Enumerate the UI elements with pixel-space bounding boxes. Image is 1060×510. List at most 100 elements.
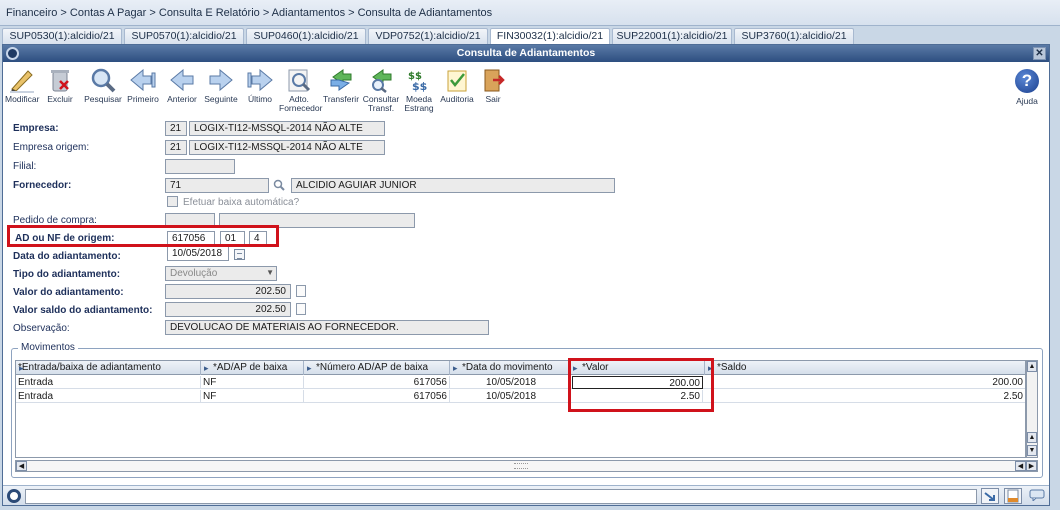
filial-field[interactable] <box>165 159 235 174</box>
empresa-code-field[interactable]: 21 <box>165 121 187 136</box>
baixa-automatica-label: Efetuar baixa automática? <box>183 197 300 208</box>
report-icon[interactable] <box>1004 488 1022 504</box>
anterior-button[interactable]: Anterior <box>165 67 199 104</box>
consult-transfer-icon <box>372 69 392 93</box>
help-icon: ? <box>1015 69 1039 93</box>
table-row[interactable]: Entrada NF 617056 10/05/2018 200.00 200.… <box>16 376 1025 389</box>
seguinte-label: Seguinte <box>204 94 238 104</box>
scroll-up-icon[interactable]: ▲ <box>1027 432 1037 443</box>
cell-ad-ap: NF <box>201 376 304 389</box>
seguinte-button[interactable]: Seguinte <box>203 67 239 104</box>
advance-search-icon <box>288 69 311 92</box>
toolbar: Modificar Excluir Pesquisar Primeiro Ant… <box>3 63 1049 113</box>
adto-fornecedor-button[interactable]: Adto. Fornecedor <box>279 67 322 113</box>
cell-numero: 617056 <box>304 376 450 389</box>
tipo-adiantamento-label: Tipo do adiantamento: <box>13 269 121 280</box>
scroll-grip <box>514 463 528 469</box>
fornecedor-search-icon[interactable] <box>273 179 286 192</box>
cell-ad-ap: NF <box>201 390 304 403</box>
grid-horizontal-scrollbar[interactable]: ◀ ◀ ▶ <box>15 460 1038 472</box>
tab-sup3760[interactable]: SUP3760(1):alcidio/21 <box>734 28 854 44</box>
window-title: Consulta de Adiantamentos <box>456 47 596 59</box>
data-adiantamento-label: Data do adiantamento: <box>13 251 121 262</box>
tab-sup0570[interactable]: SUP0570(1):alcidio/21 <box>124 28 244 44</box>
window-titlebar: Consulta de Adiantamentos ✕ <box>3 45 1049 62</box>
cell-data: 10/05/2018 <box>450 376 570 389</box>
calendar-icon[interactable] <box>234 249 245 260</box>
app-logo-icon <box>6 47 19 60</box>
movimentos-grid: *Entrada/baixa de adiantamento *AD/AP de… <box>15 360 1026 458</box>
empresa-name-field: LOGIX-TI12-MSSQL-2014 NÃO ALTE <box>189 121 385 136</box>
transferir-button[interactable]: Transferir <box>321 67 361 104</box>
highlight-ad-origem <box>7 225 279 247</box>
empresa-label: Empresa: <box>13 123 59 134</box>
tab-fin30032[interactable]: FIN30032(1):alcidio/21 <box>490 28 610 44</box>
status-ring-icon <box>7 489 21 503</box>
primeiro-button[interactable]: Primeiro <box>125 67 161 104</box>
valor-adiantamento-field: 202.50 <box>165 284 291 299</box>
status-bar <box>3 485 1049 505</box>
tab-sup0460[interactable]: SUP0460(1):alcidio/21 <box>246 28 366 44</box>
sair-button[interactable]: Sair <box>479 67 507 104</box>
program-tabs: SUP0530(1):alcidio/21 SUP0570(1):alcidio… <box>2 28 1058 44</box>
grid-vertical-scrollbar[interactable]: ▲ ▲ ▼ <box>1026 360 1038 458</box>
primeiro-label: Primeiro <box>127 94 159 104</box>
previous-record-icon <box>170 68 194 92</box>
cell-data: 10/05/2018 <box>450 390 570 403</box>
observacao-field[interactable]: DEVOLUCAO DE MATERIAIS AO FORNECEDOR. <box>165 320 489 335</box>
tab-sup22001[interactable]: SUP22001(1):alcidio/21 <box>612 28 732 44</box>
excluir-button[interactable]: Excluir <box>43 67 77 104</box>
consultar-label-line2: Transf. <box>367 103 395 113</box>
baixa-automatica-checkbox[interactable] <box>167 196 178 207</box>
chevron-down-icon: ▼ <box>266 268 274 277</box>
valor-saldo-label: Valor saldo do adiantamento: <box>13 305 153 316</box>
note-icon[interactable] <box>296 303 306 315</box>
modificar-button[interactable]: Modificar <box>5 67 39 104</box>
col-entrada-baixa[interactable]: *Entrada/baixa de adiantamento <box>16 361 201 375</box>
valor-saldo-field: 202.50 <box>165 302 291 317</box>
col-data-movimento[interactable]: *Data do movimento <box>450 361 570 375</box>
ultimo-button[interactable]: Último <box>243 67 277 104</box>
breadcrumb-text: Financeiro > Contas A Pagar > Consulta E… <box>6 7 493 19</box>
pesquisar-label: Pesquisar <box>84 94 122 104</box>
pesquisar-button[interactable]: Pesquisar <box>83 67 123 104</box>
highlight-valor-column <box>568 358 714 412</box>
col-numero-ad-ap[interactable]: *Número AD/AP de baixa <box>304 361 450 375</box>
valor-adiantamento-label: Valor do adiantamento: <box>13 287 124 298</box>
table-row[interactable]: Entrada NF 617056 10/05/2018 2.50 2.50 <box>16 390 1025 403</box>
data-adiantamento-field[interactable]: 10/05/2018 <box>167 246 229 261</box>
status-message-field <box>25 489 977 504</box>
note-icon[interactable] <box>296 285 306 297</box>
col-saldo[interactable]: *Saldo <box>705 361 1025 375</box>
svg-text:$$: $$ <box>412 80 427 93</box>
empresa-origem-code-field[interactable]: 21 <box>165 140 187 155</box>
moeda-label-line2: Estrang <box>404 103 434 113</box>
anterior-label: Anterior <box>167 94 197 104</box>
tipo-adiantamento-select[interactable]: Devolução ▼ <box>165 266 277 281</box>
tab-vdp0752[interactable]: VDP0752(1):alcidio/21 <box>368 28 488 44</box>
auditoria-button[interactable]: Auditoria <box>437 67 477 104</box>
tab-sup0530[interactable]: SUP0530(1):alcidio/21 <box>2 28 122 44</box>
scroll-down-icon[interactable]: ▼ <box>1027 445 1037 456</box>
trash-icon <box>51 70 69 92</box>
scroll-up-icon[interactable]: ▲ <box>1027 361 1037 372</box>
movimentos-title: Movimentos <box>18 342 78 353</box>
close-window-button[interactable]: ✕ <box>1033 47 1046 60</box>
cell-entrada: Entrada <box>16 376 201 389</box>
scroll-right-icon[interactable]: ▶ <box>1026 461 1037 471</box>
col-ad-ap-baixa[interactable]: *AD/AP de baixa <box>201 361 304 375</box>
scroll-left-icon[interactable]: ◀ <box>1015 461 1026 471</box>
chat-icon[interactable] <box>1029 489 1045 503</box>
auditoria-label: Auditoria <box>440 94 474 104</box>
moeda-estrang-button[interactable]: $$ $$ Moeda Estrang <box>401 67 437 113</box>
exit-door-icon <box>484 69 505 92</box>
consultar-transf-button[interactable]: Consultar Transf. <box>361 67 401 113</box>
fornecedor-code-field[interactable]: 71 <box>165 178 269 193</box>
navigate-icon[interactable] <box>981 488 999 504</box>
ajuda-label: Ajuda <box>1016 96 1038 106</box>
transfer-icon <box>330 69 352 91</box>
scroll-left-icon[interactable]: ◀ <box>16 461 27 471</box>
ajuda-button[interactable]: ? Ajuda <box>1015 69 1039 106</box>
pencil-icon <box>10 70 34 93</box>
fornecedor-name-field: ALCIDIO AGUIAR JUNIOR <box>291 178 615 193</box>
